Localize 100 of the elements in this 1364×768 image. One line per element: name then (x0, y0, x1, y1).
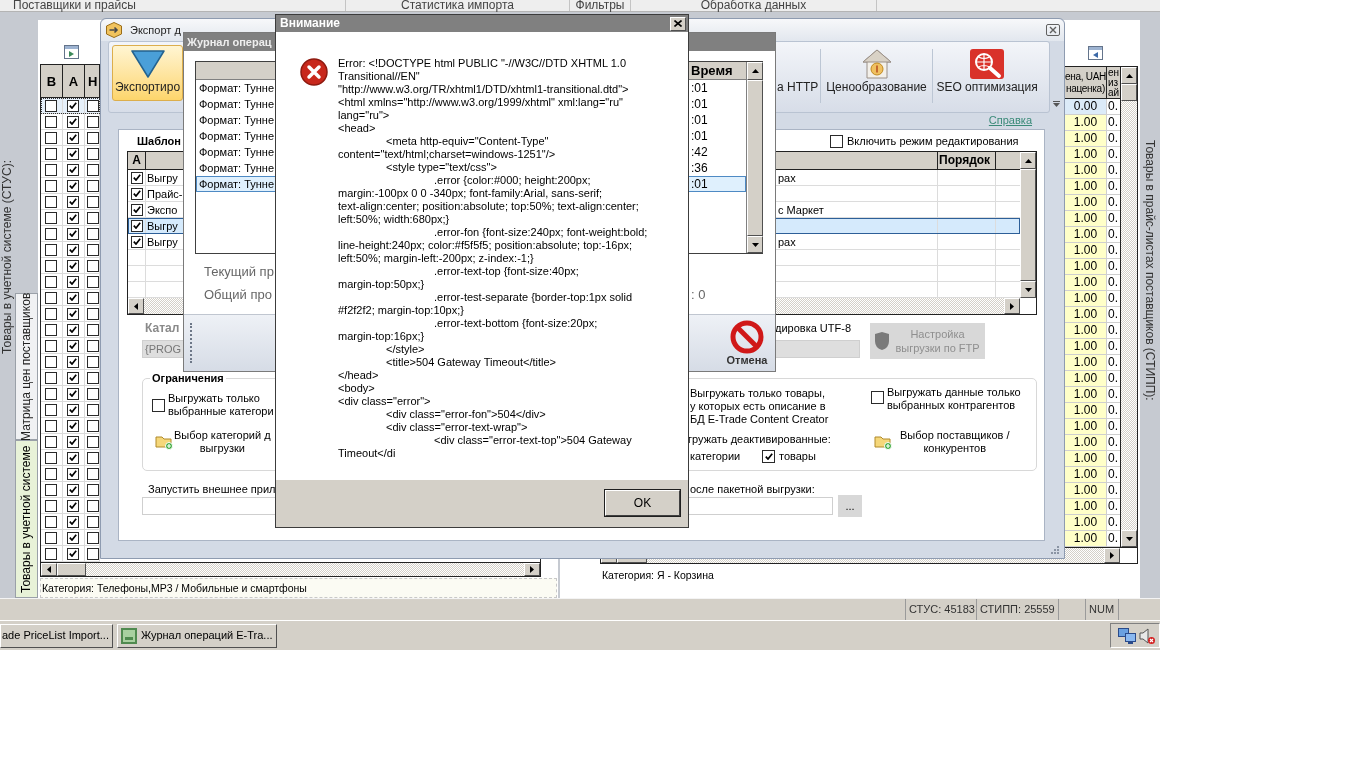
checkbox[interactable] (87, 403, 99, 416)
checkbox[interactable] (45, 387, 57, 400)
table-row[interactable]: 1.00 0. (1065, 499, 1120, 515)
table-row[interactable]: 1.00 0. (1065, 195, 1120, 211)
checkbox[interactable] (67, 547, 79, 560)
table-row[interactable] (41, 418, 100, 434)
toolbar-grip[interactable] (190, 323, 193, 363)
choose-suppliers-button[interactable]: Выбор поставщиков / конкурентов (874, 429, 1010, 455)
scroll-down-button[interactable] (1121, 530, 1137, 547)
table-row[interactable]: 1.00 0. (1065, 307, 1120, 323)
checkbox[interactable] (87, 227, 99, 240)
checkbox[interactable] (45, 195, 57, 208)
scroll-down-button[interactable] (747, 236, 763, 253)
checkbox[interactable] (87, 499, 99, 512)
checkbox[interactable] (130, 203, 143, 216)
table-row[interactable] (41, 450, 100, 466)
choose-categories-button[interactable]: Выбор категорий д выгрузки (155, 429, 276, 455)
scrollbar-thumb[interactable] (1020, 169, 1036, 281)
checkbox[interactable] (87, 371, 99, 384)
table-row[interactable]: 1.00 0. (1065, 371, 1120, 387)
checkbox[interactable] (87, 515, 99, 528)
checkbox[interactable] (67, 419, 79, 432)
scrollbar-thumb[interactable] (747, 80, 763, 236)
checkbox[interactable] (87, 195, 99, 208)
table-row[interactable]: 1.00 0. (1065, 115, 1120, 131)
checkbox[interactable] (67, 387, 79, 400)
checkbox[interactable] (45, 131, 57, 144)
side-tab[interactable]: Матрица цен поставщиков (15, 293, 38, 440)
scroll-right-button[interactable] (1004, 298, 1020, 314)
checkbox[interactable] (67, 515, 79, 528)
checkbox[interactable] (67, 131, 79, 144)
table-row[interactable] (41, 322, 100, 338)
table-row[interactable] (41, 226, 100, 242)
table-row[interactable] (41, 146, 100, 162)
table-row[interactable] (41, 98, 100, 114)
checkbox[interactable] (67, 275, 79, 288)
checkbox[interactable] (67, 467, 79, 480)
ribbon-button[interactable]: а HTTP (776, 45, 818, 101)
checkbox[interactable] (67, 483, 79, 496)
checkbox[interactable] (87, 547, 99, 560)
table-row[interactable] (41, 162, 100, 178)
table-row[interactable]: 1.00 0. (1065, 227, 1120, 243)
ribbon-scroll-button[interactable] (1052, 100, 1061, 108)
table-row[interactable]: 1.00 0. (1065, 211, 1120, 227)
checkbox[interactable] (87, 131, 99, 144)
checkbox[interactable] (130, 219, 143, 232)
checkbox[interactable] (87, 243, 99, 256)
checkbox[interactable] (45, 323, 57, 336)
checkbox[interactable] (67, 435, 79, 448)
table-row[interactable] (41, 194, 100, 210)
ribbon-button[interactable]: Экспортиро (112, 45, 183, 101)
checkbox[interactable] (45, 275, 57, 288)
scroll-left-button[interactable] (41, 563, 57, 576)
table-row[interactable]: 1.00 0. (1065, 451, 1120, 467)
checkbox[interactable] (45, 355, 57, 368)
scroll-left-button[interactable] (128, 298, 144, 314)
checkbox[interactable] (67, 211, 79, 224)
checkbox[interactable] (87, 435, 99, 448)
checkbox[interactable] (45, 547, 57, 560)
ok-button[interactable]: OK (605, 490, 680, 516)
checkbox[interactable] (45, 115, 57, 128)
checkbox[interactable] (830, 134, 843, 148)
checkbox[interactable] (87, 419, 99, 432)
ribbon-button[interactable]: SEO оптимизация (935, 45, 1039, 101)
checkbox[interactable] (45, 371, 57, 384)
checkbox[interactable] (87, 275, 99, 288)
checkbox[interactable] (67, 323, 79, 336)
checkbox[interactable] (87, 531, 99, 544)
table-row[interactable] (41, 402, 100, 418)
table-row[interactable] (41, 434, 100, 450)
table-row[interactable]: 1.00 0. (1065, 467, 1120, 483)
table-row[interactable]: 1.00 0. (1065, 147, 1120, 163)
table-row[interactable]: 1.00 0. (1065, 339, 1120, 355)
table-row[interactable] (41, 114, 100, 130)
checkbox[interactable] (45, 147, 57, 160)
checkbox[interactable] (87, 451, 99, 464)
scroll-up-button[interactable] (1121, 67, 1137, 84)
checkbox[interactable] (67, 227, 79, 240)
table-row[interactable]: 1.00 0. (1065, 131, 1120, 147)
table-row[interactable] (41, 242, 100, 258)
checkbox[interactable] (67, 355, 79, 368)
checkbox[interactable] (762, 450, 775, 463)
checkbox[interactable] (45, 291, 57, 304)
table-row[interactable] (41, 370, 100, 386)
table-row[interactable] (41, 466, 100, 482)
checkbox[interactable] (45, 227, 57, 240)
scrollbar[interactable] (1020, 152, 1036, 298)
checkbox[interactable] (67, 115, 79, 128)
checkbox[interactable] (67, 499, 79, 512)
checkbox[interactable] (67, 371, 79, 384)
checkbox[interactable] (45, 483, 57, 496)
table-row[interactable]: 1.00 0. (1065, 483, 1120, 499)
checkbox[interactable] (67, 291, 79, 304)
checkbox[interactable] (87, 115, 99, 128)
checkbox[interactable] (67, 259, 79, 272)
checkbox[interactable] (152, 399, 165, 412)
menu-tab[interactable]: Обработка данных (631, 0, 877, 11)
checkbox[interactable] (45, 339, 57, 352)
browse-button[interactable]: ... (838, 495, 862, 517)
scroll-right-button[interactable] (524, 563, 540, 576)
